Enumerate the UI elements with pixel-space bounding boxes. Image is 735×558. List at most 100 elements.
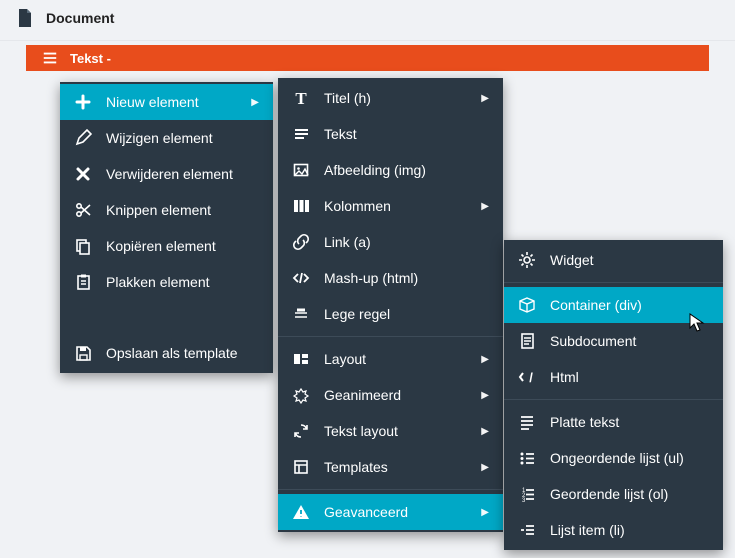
gear-icon	[518, 251, 536, 269]
menu-item[interactable]: Ongeordende lijst (ul)	[504, 440, 723, 476]
submenu-new-element: Titel (h)▶TekstAfbeelding (img)Kolommen▶…	[278, 78, 503, 532]
menu-item-label: Verwijderen element	[106, 166, 233, 182]
menu-item-label: Titel (h)	[324, 90, 463, 106]
plus-icon	[74, 93, 92, 111]
paste-icon	[74, 273, 92, 291]
menu-item[interactable]: Afbeelding (img)	[278, 152, 503, 188]
submenu-arrow-icon: ▶	[247, 97, 259, 108]
menu-item-label: Geavanceerd	[324, 504, 463, 520]
menu-item[interactable]: Opslaan als template	[60, 335, 273, 371]
document-icon	[16, 8, 34, 28]
submenu-arrow-icon: ▶	[477, 426, 489, 437]
pencil-icon	[74, 129, 92, 147]
menu-item-label: Widget	[550, 252, 683, 268]
submenu-arrow-icon: ▶	[477, 354, 489, 365]
template-icon	[292, 458, 310, 476]
menu-item[interactable]: Templates ▶	[278, 449, 503, 485]
warning-icon	[292, 503, 310, 521]
menu-item-label: Kolommen	[324, 198, 463, 214]
ul-icon	[518, 449, 536, 467]
menu-divider	[278, 489, 503, 490]
submenu-advanced: Widget Container (div) Subdocument Html Plat…	[504, 240, 723, 550]
anim-icon	[292, 386, 310, 404]
link-icon	[292, 233, 310, 251]
menu-item-label: Geanimeerd	[324, 387, 463, 403]
menu-item-label: Wijzigen element	[106, 130, 233, 146]
copy-icon	[74, 237, 92, 255]
menu-item-label: Nieuw element	[106, 94, 233, 110]
menu-item-label: Container (div)	[550, 297, 683, 313]
menu-item-label: Knippen element	[106, 202, 233, 218]
menu-item[interactable]: Platte tekst	[504, 404, 723, 440]
menu-item[interactable]: Knippen element	[60, 192, 273, 228]
menu-item-label: Ongeordende lijst (ul)	[550, 450, 684, 466]
menu-item[interactable]: Kolommen▶	[278, 188, 503, 224]
menu-divider	[504, 282, 723, 283]
menu-item-label: Lege regel	[324, 306, 463, 322]
submenu-arrow-icon: ▶	[477, 390, 489, 401]
menu-item[interactable]: Tekst layout ▶	[278, 413, 503, 449]
submenu-arrow-icon: ▶	[477, 93, 489, 104]
menu-item[interactable]: Lege regel	[278, 296, 503, 332]
box-icon	[518, 296, 536, 314]
image-icon	[292, 161, 310, 179]
titleT-icon	[292, 89, 310, 107]
menu-item[interactable]: Kopiëren element	[60, 228, 273, 264]
menu-item[interactable]: Mash-up (html)	[278, 260, 503, 296]
menu-item-label: Platte tekst	[550, 414, 683, 430]
menu-item[interactable]: Wijzigen element	[60, 120, 273, 156]
menu-item[interactable]: Plakken element	[60, 264, 273, 300]
slash-icon	[518, 368, 536, 386]
submenu-arrow-icon: ▶	[477, 507, 489, 518]
element-bar-label: Tekst -	[70, 51, 111, 66]
menu-item-label: Templates	[324, 459, 463, 475]
code-icon	[292, 269, 310, 287]
menu-divider	[278, 336, 503, 337]
menu-item-label: Tekst	[324, 126, 463, 142]
lines2-icon	[518, 413, 536, 431]
menu-item[interactable]: Link (a)	[278, 224, 503, 260]
menu-item-label: Opslaan als template	[106, 345, 238, 361]
recycle-icon	[292, 422, 310, 440]
menu-item-label: Afbeelding (img)	[324, 162, 463, 178]
context-menu-primary: Nieuw element ▶ Wijzigen element Verwijdere…	[60, 82, 273, 373]
menu-item-label: Link (a)	[324, 234, 463, 250]
menu-item[interactable]: Lijst item (li)	[504, 512, 723, 548]
menu-item[interactable]: Geordende lijst (ol)	[504, 476, 723, 512]
page-header: Document	[0, 0, 735, 41]
close-icon	[74, 165, 92, 183]
lines-icon	[292, 125, 310, 143]
menu-item-label: Plakken element	[106, 274, 233, 290]
menu-item[interactable]: Container (div)	[504, 287, 723, 323]
layout-icon	[292, 350, 310, 368]
menu-item-label: Html	[550, 369, 683, 385]
columns-icon	[292, 197, 310, 215]
menu-item[interactable]: Geanimeerd ▶	[278, 377, 503, 413]
menu-item-label: Lijst item (li)	[550, 522, 683, 538]
menu-item-label: Mash-up (html)	[324, 270, 463, 286]
menu-item[interactable]: Nieuw element ▶	[60, 84, 273, 120]
element-bar[interactable]: Tekst -	[26, 45, 709, 71]
menu-item[interactable]: Verwijderen element	[60, 156, 273, 192]
menu-item[interactable]: Html	[504, 359, 723, 395]
menu-item-label: Kopiëren element	[106, 238, 233, 254]
menu-item-label: Geordende lijst (ol)	[550, 486, 683, 502]
li-icon	[518, 521, 536, 539]
menu-divider	[504, 399, 723, 400]
ol-icon	[518, 485, 536, 503]
doc-icon	[518, 332, 536, 350]
hamburger-icon	[42, 50, 58, 66]
save-icon	[74, 344, 92, 362]
menu-item[interactable]: Subdocument	[504, 323, 723, 359]
page-title: Document	[46, 10, 114, 26]
menu-item-label: Tekst layout	[324, 423, 463, 439]
menu-item-label: Subdocument	[550, 333, 683, 349]
menu-item[interactable]: Tekst	[278, 116, 503, 152]
submenu-arrow-icon: ▶	[477, 462, 489, 473]
menu-item[interactable]: Widget	[504, 242, 723, 278]
scissors-icon	[74, 201, 92, 219]
menu-item[interactable]: Geavanceerd ▶	[278, 494, 503, 530]
menu-item[interactable]: Titel (h) ▶	[278, 80, 503, 116]
menu-item[interactable]: Layout▶	[278, 341, 503, 377]
blank-icon	[292, 305, 310, 323]
